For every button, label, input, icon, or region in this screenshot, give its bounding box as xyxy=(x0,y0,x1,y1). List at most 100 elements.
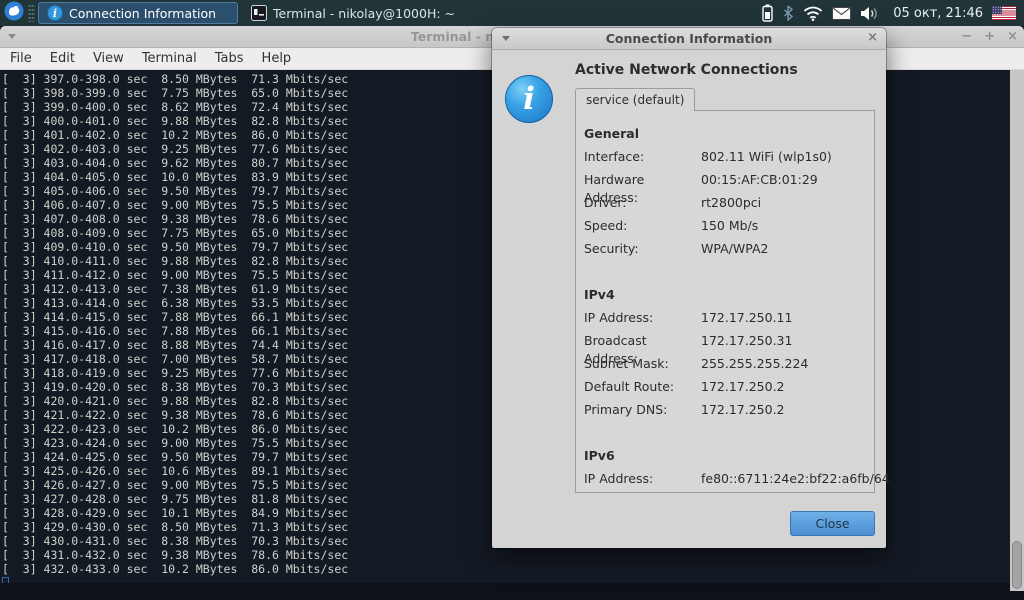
info-value: 255.255.255.224 xyxy=(701,356,809,371)
info-value: rt2800pci xyxy=(701,195,762,210)
terminal-line: [ 3] 402.0-403.0 sec 9.25 MBytes 77.6 Mb… xyxy=(2,142,349,156)
terminal-icon xyxy=(251,5,267,21)
info-value: 00:15:AF:CB:01:29 xyxy=(701,172,818,187)
terminal-line: [ 3] 411.0-412.0 sec 9.00 MBytes 75.5 Mb… xyxy=(2,268,349,282)
terminal-output: [ 3] 397.0-398.0 sec 8.50 MBytes 71.3 Mb… xyxy=(2,72,348,589)
terminal-line: [ 3] 407.0-408.0 sec 9.38 MBytes 78.6 Mb… xyxy=(2,212,349,226)
panel-handle[interactable] xyxy=(28,4,35,22)
terminal-line: [ 3] 421.0-422.0 sec 9.38 MBytes 78.6 Mb… xyxy=(2,408,349,422)
terminal-line: [ 3] 409.0-410.0 sec 9.50 MBytes 79.7 Mb… xyxy=(2,240,349,254)
info-value: 150 Mb/s xyxy=(701,218,759,233)
info-row: Driver: rt2800pci xyxy=(584,194,874,217)
info-label: Driver: xyxy=(584,195,627,210)
terminal-line: [ 3] 429.0-430.0 sec 8.50 MBytes 71.3 Mb… xyxy=(2,520,349,534)
info-label: Primary DNS: xyxy=(584,402,668,417)
info-icon: i xyxy=(47,5,63,21)
info-row: Subnet Mask: 255.255.255.224 xyxy=(584,355,874,378)
maximize-button[interactable]: + xyxy=(984,26,995,48)
info-label: Default Route: xyxy=(584,379,675,394)
info-row: Broadcast Address: 172.17.250.31 xyxy=(584,332,874,366)
terminal-line: [ 3] 408.0-409.0 sec 7.75 MBytes 65.0 Mb… xyxy=(2,226,349,240)
section-title: IPv4 xyxy=(584,287,615,302)
terminal-line: [ 3] 397.0-398.0 sec 8.50 MBytes 71.3 Mb… xyxy=(2,72,349,86)
menu-edit[interactable]: Edit xyxy=(41,49,84,68)
battery-icon[interactable] xyxy=(762,4,773,22)
menu-tabs[interactable]: Tabs xyxy=(206,49,253,68)
terminal-line: [ 3] 425.0-426.0 sec 10.6 MBytes 89.1 Mb… xyxy=(2,464,349,478)
dialog-title: Connection Information xyxy=(605,31,773,46)
taskbar-button-terminal[interactable]: Terminal - nikolay@1000H: ~ xyxy=(242,2,467,24)
menu-help[interactable]: Help xyxy=(253,49,301,68)
terminal-line: [ 3] 416.0-417.0 sec 8.88 MBytes 74.4 Mb… xyxy=(2,338,349,352)
dialog-heading: Active Network Connections xyxy=(575,62,798,78)
info-label: IP Address: xyxy=(584,310,654,325)
clock[interactable]: 05 окт, 21:46 xyxy=(893,6,983,21)
wifi-icon[interactable] xyxy=(803,6,823,21)
terminal-line: [ 3] 405.0-406.0 sec 9.50 MBytes 79.7 Mb… xyxy=(2,184,349,198)
info-row: Hardware Address: 00:15:AF:CB:01:29 xyxy=(584,171,874,205)
menu-terminal[interactable]: Terminal xyxy=(133,49,206,68)
terminal-line: [ 3] 412.0-413.0 sec 7.38 MBytes 61.9 Mb… xyxy=(2,282,349,296)
info-value: 172.17.250.2 xyxy=(701,402,785,417)
terminal-line: [ 3] 418.0-419.0 sec 9.25 MBytes 77.6 Mb… xyxy=(2,366,349,380)
terminal-line: [ 3] 415.0-416.0 sec 7.88 MBytes 66.1 Mb… xyxy=(2,324,349,338)
info-label: Broadcast Address: xyxy=(584,333,647,366)
info-row: Speed: 150 Mb/s xyxy=(584,217,874,240)
info-row: IP Address: fe80::6711:24e2:bf22:a6fb/64 xyxy=(584,470,890,493)
xfce-menu-icon xyxy=(4,1,24,25)
section-title: General xyxy=(584,126,639,141)
info-value: 802.11 WiFi (wlp1s0) xyxy=(701,149,832,164)
close-button[interactable]: Close xyxy=(790,511,875,536)
applications-menu-button[interactable] xyxy=(0,0,28,26)
terminal-line: [ 3] 410.0-411.0 sec 9.88 MBytes 82.8 Mb… xyxy=(2,254,349,268)
terminal-line: [ 3] 401.0-402.0 sec 10.2 MBytes 86.0 Mb… xyxy=(2,128,349,142)
info-row: Interface: 802.11 WiFi (wlp1s0) xyxy=(584,148,874,171)
volume-icon[interactable] xyxy=(860,6,880,21)
terminal-line: [ 3] 424.0-425.0 sec 9.50 MBytes 79.7 Mb… xyxy=(2,450,349,464)
us-flag-icon[interactable] xyxy=(992,6,1016,20)
minimize-button[interactable]: − xyxy=(961,26,972,48)
dialog-close-icon[interactable]: × xyxy=(867,30,878,45)
dialog-titlebar[interactable]: Connection Information × xyxy=(492,28,886,50)
info-value: 172.17.250.2 xyxy=(701,379,785,394)
terminal-line: [ 3] 426.0-427.0 sec 9.00 MBytes 75.5 Mb… xyxy=(2,478,349,492)
info-label: IP Address: xyxy=(584,471,654,486)
info-row: Primary DNS: 172.17.250.2 xyxy=(584,401,874,424)
bluetooth-icon[interactable] xyxy=(782,5,794,21)
terminal-line: [ 3] 432.0-433.0 sec 10.2 MBytes 86.0 Mb… xyxy=(2,562,349,576)
info-row: IP Address: 172.17.250.11 xyxy=(584,309,874,332)
terminal-line: [ 3] 422.0-423.0 sec 10.2 MBytes 86.0 Mb… xyxy=(2,422,349,436)
terminal-line: [ 3] 430.0-431.0 sec 8.38 MBytes 70.3 Mb… xyxy=(2,534,349,548)
terminal-scrollbar[interactable] xyxy=(1010,70,1024,591)
dialog-info-icon: i xyxy=(505,75,553,123)
taskbar-button-connection-information[interactable]: i Connection Information xyxy=(38,2,238,24)
info-row: Default Route: 172.17.250.2 xyxy=(584,378,874,401)
terminal-line: [ 3] 413.0-414.0 sec 6.38 MBytes 53.5 Mb… xyxy=(2,296,349,310)
close-button[interactable]: × xyxy=(1007,26,1018,48)
section-title: IPv6 xyxy=(584,448,615,463)
terminal-line: [ 3] 398.0-399.0 sec 7.75 MBytes 65.0 Mb… xyxy=(2,86,349,100)
info-value: fe80::6711:24e2:bf22:a6fb/64 xyxy=(701,471,890,486)
terminal-bottom-edge xyxy=(0,583,1010,591)
svg-text:i: i xyxy=(53,7,57,20)
terminal-line: [ 3] 431.0-432.0 sec 9.38 MBytes 78.6 Mb… xyxy=(2,548,349,562)
terminal-line: [ 3] 400.0-401.0 sec 9.88 MBytes 82.8 Mb… xyxy=(2,114,349,128)
terminal-line: [ 3] 404.0-405.0 sec 10.0 MBytes 83.9 Mb… xyxy=(2,170,349,184)
taskbar-button-label: Connection Information xyxy=(69,5,217,21)
menu-view[interactable]: View xyxy=(84,49,133,68)
notebook-page: General Interface: 802.11 WiFi (wlp1s0) Har… xyxy=(575,110,890,493)
terminal-line: [ 3] 419.0-420.0 sec 8.38 MBytes 70.3 Mb… xyxy=(2,380,349,394)
terminal-line: [ 3] 423.0-424.0 sec 9.00 MBytes 75.5 Mb… xyxy=(2,436,349,450)
menu-file[interactable]: File xyxy=(1,49,41,68)
info-row: Security: WPA/WPA2 xyxy=(584,240,874,263)
terminal-line: [ 3] 420.0-421.0 sec 9.88 MBytes 82.8 Mb… xyxy=(2,394,349,408)
top-panel: i Connection Information Terminal - niko… xyxy=(0,0,1024,26)
tab-service-default[interactable]: service (default) xyxy=(575,88,696,111)
terminal-line: [ 3] 399.0-400.0 sec 8.62 MBytes 72.4 Mb… xyxy=(2,100,349,114)
mail-icon[interactable] xyxy=(832,6,852,20)
taskbar-button-label: Terminal - nikolay@1000H: ~ xyxy=(273,5,456,21)
terminal-line: [ 3] 428.0-429.0 sec 10.1 MBytes 84.9 Mb… xyxy=(2,506,349,520)
scrollbar-thumb[interactable] xyxy=(1012,541,1022,589)
terminal-line: [ 3] 417.0-418.0 sec 7.00 MBytes 58.7 Mb… xyxy=(2,352,349,366)
info-value: 172.17.250.31 xyxy=(701,333,793,348)
